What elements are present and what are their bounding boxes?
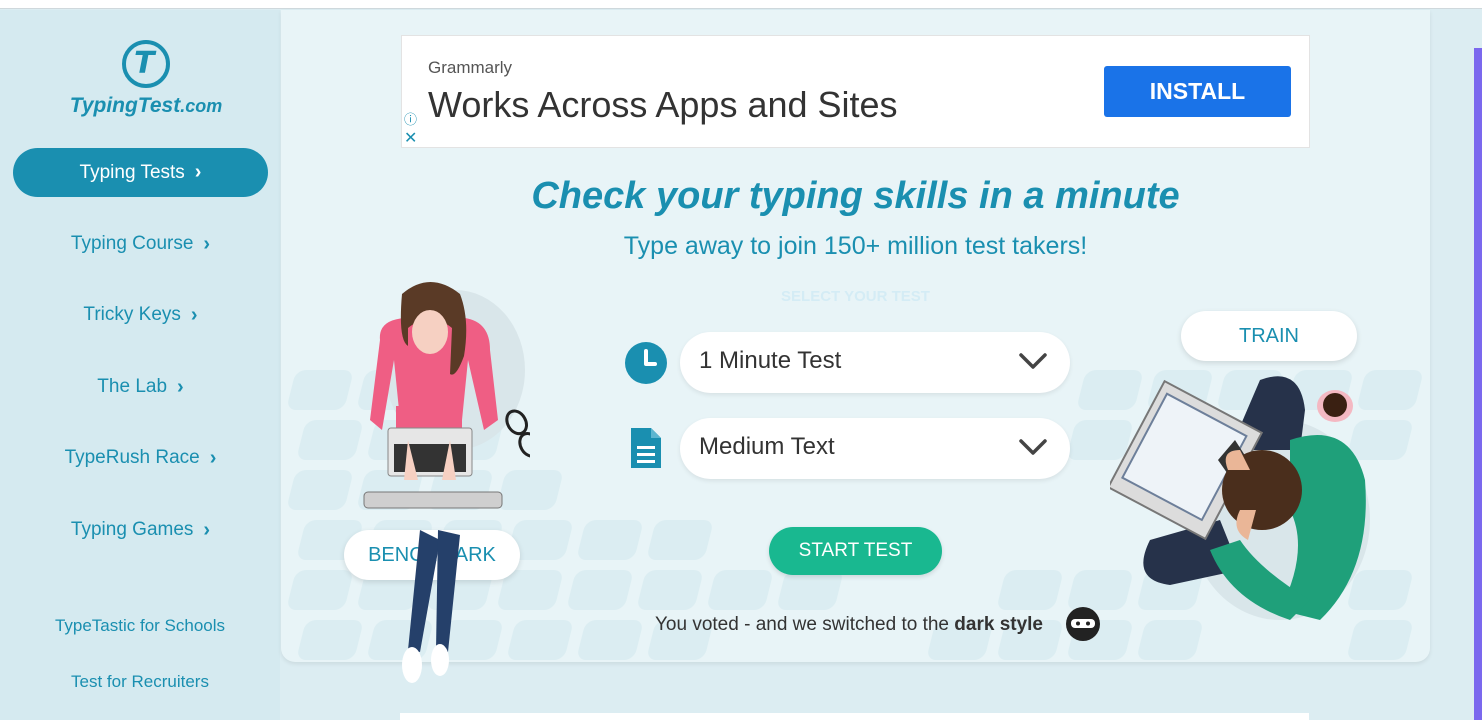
start-test-button[interactable]: START TEST <box>769 527 942 575</box>
sidebar-item-typing-course[interactable]: Typing Course › <box>13 224 268 264</box>
dark-note-text: You voted - and we switched to the <box>655 614 955 635</box>
text-difficulty-select[interactable]: Medium Text <box>680 418 1070 479</box>
sidebar-item-the-lab[interactable]: The Lab › <box>13 367 268 407</box>
ad-title: Works Across Apps and Sites <box>428 84 898 125</box>
link-test-recruiters[interactable]: Test for Recruiters <box>0 672 280 692</box>
sidebar-item-label: Typing Games <box>70 519 194 540</box>
text-select-value: Medium Text <box>699 433 835 460</box>
logo-glyph: T <box>134 46 155 81</box>
sidebar-item-label: Typing Tests <box>79 161 185 183</box>
sidebar-item-typing-games[interactable]: Typing Games › <box>13 510 268 550</box>
sidebar-item-typing-tests[interactable]: Typing Tests › <box>13 148 268 197</box>
logo-text: TypingTest.com <box>56 94 236 118</box>
content-strip <box>400 713 1309 720</box>
chevron-right-icon: › <box>203 232 211 255</box>
chevron-down-icon <box>1019 353 1047 369</box>
link-typetastic-schools[interactable]: TypeTastic for Schools <box>0 616 280 636</box>
site-logo[interactable]: T TypingTest.com <box>56 40 236 118</box>
clock-icon <box>625 342 667 384</box>
chevron-right-icon: › <box>190 303 198 326</box>
dark-style-note: You voted - and we switched to the dark … <box>655 614 1043 636</box>
logo-mark-icon: T <box>122 40 170 88</box>
ad-brand: Grammarly <box>428 58 513 77</box>
chevron-down-icon <box>1019 439 1047 455</box>
chevron-right-icon: › <box>194 161 202 183</box>
install-button[interactable]: INSTALL <box>1104 66 1291 117</box>
sidebar: T TypingTest.com Typing Tests › Typing C… <box>0 10 280 720</box>
sidebar-item-label: Typing Course <box>70 233 194 254</box>
chevron-right-icon: › <box>203 518 211 541</box>
sidebar-item-label: TypeRush Race <box>64 447 200 468</box>
train-button[interactable]: TRAIN <box>1181 311 1357 361</box>
sidebar-item-label: Tricky Keys <box>83 304 181 325</box>
document-icon <box>631 428 661 468</box>
logo-name: TypingTest <box>69 94 181 117</box>
duration-select[interactable]: 1 Minute Test <box>680 332 1070 393</box>
man-typing-illustration <box>1110 376 1370 620</box>
chevron-right-icon: › <box>209 446 217 469</box>
scrollbar-accent[interactable] <box>1474 48 1482 720</box>
info-icon[interactable]: ⓘ <box>404 109 417 128</box>
close-icon[interactable]: ✕ <box>404 128 417 148</box>
sidebar-item-tricky-keys[interactable]: Tricky Keys › <box>13 295 268 335</box>
page-title: Check your typing skills in a minute <box>531 175 1180 217</box>
ninja-icon[interactable] <box>1066 607 1100 641</box>
woman-typing-illustration <box>363 282 530 683</box>
chevron-right-icon: › <box>177 375 184 398</box>
duration-select-value: 1 Minute Test <box>699 347 842 374</box>
top-border <box>0 0 1482 9</box>
sidebar-item-label: The Lab <box>97 376 168 397</box>
sidebar-item-typerush-race[interactable]: TypeRush Race › <box>13 438 268 478</box>
ad-banner[interactable]: Grammarly Works Across Apps and Sites IN… <box>401 35 1310 148</box>
dark-style-link[interactable]: dark style <box>954 614 1043 635</box>
logo-suffix: .com <box>180 96 223 116</box>
page-subtitle: Type away to join 150+ million test take… <box>623 232 1088 260</box>
